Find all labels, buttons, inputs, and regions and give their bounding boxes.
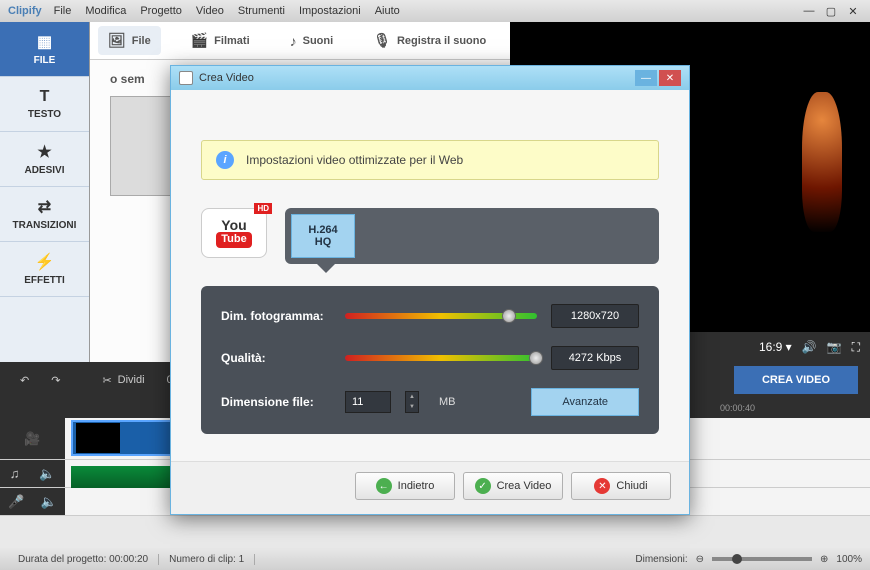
audio-track-icon[interactable]: ♫ <box>10 466 20 481</box>
quality-value: 4272 Kbps <box>551 346 639 370</box>
menu-strumenti[interactable]: Strumenti <box>238 5 285 17</box>
dialog-title: Crea Video <box>199 72 254 84</box>
mic-icon: 🎙 <box>373 32 391 49</box>
image-icon: ▦ <box>37 32 52 52</box>
mute-icon[interactable]: 🔈 <box>41 494 57 510</box>
filesize-input[interactable]: 11 <box>345 391 391 413</box>
info-text: Impostazioni video ottimizzate per il We… <box>246 153 463 167</box>
redo-button[interactable]: ↷ <box>43 370 68 391</box>
quality-slider[interactable] <box>345 355 537 361</box>
time-mark: 00:00:40 <box>720 403 755 413</box>
hd-badge: HD <box>254 203 272 214</box>
app-brand: Clipify <box>8 5 42 17</box>
dialog-minimize-icon[interactable]: — <box>635 70 657 86</box>
close-icon[interactable]: ✕ <box>844 5 862 18</box>
close-button[interactable]: ✕Chiudi <box>571 472 671 500</box>
zoom-out-icon[interactable]: ⊖ <box>696 554 704 565</box>
dialog-icon <box>179 71 193 85</box>
dialog-close-icon[interactable]: ✕ <box>659 70 681 86</box>
menu-modifica[interactable]: Modifica <box>85 5 126 17</box>
video-track-icon[interactable]: 🎥 <box>24 431 40 447</box>
zoom-value: 100% <box>836 554 862 565</box>
undo-button[interactable]: ↶ <box>12 370 37 391</box>
menu-progetto[interactable]: Progetto <box>140 5 182 17</box>
menu-bar: Clipify File Modifica Progetto Video Str… <box>0 0 870 22</box>
framesize-slider[interactable] <box>345 313 537 319</box>
filesize-unit: MB <box>439 396 456 408</box>
quality-label: Qualità: <box>221 351 331 365</box>
sidebar-item-transizioni[interactable]: ⇄TRANSIZIONI <box>0 187 89 242</box>
framesize-label: Dim. fotogramma: <box>221 309 331 323</box>
scissors-icon: ✂ <box>102 374 111 387</box>
snapshot-icon[interactable]: 📷 <box>827 340 842 354</box>
maximize-icon[interactable]: ▢ <box>822 5 840 18</box>
info-banner: i Impostazioni video ottimizzate per il … <box>201 140 659 180</box>
info-icon: i <box>216 151 234 169</box>
transition-icon: ⇄ <box>38 197 51 217</box>
file-icon: 🖼 <box>108 32 126 49</box>
menu-file[interactable]: File <box>54 5 72 17</box>
aspect-selector[interactable]: 16:9 ▾ <box>759 340 792 354</box>
arrow-left-icon: ← <box>376 478 392 494</box>
settings-panel: Dim. fotogramma: 1280x720 Qualità: 4272 … <box>201 286 659 434</box>
tab-file[interactable]: 🖼File <box>98 26 161 55</box>
zoom-in-icon[interactable]: ⊕ <box>820 554 828 565</box>
sidebar-item-testo[interactable]: TTESTO <box>0 77 89 132</box>
status-bar: Durata del progetto: 00:00:20 Numero di … <box>0 548 870 570</box>
content-tabs: 🖼File 🎬Filmati ♪Suoni 🎙Registra il suono <box>90 22 510 60</box>
text-icon: T <box>40 88 50 106</box>
tab-filmati[interactable]: 🎬Filmati <box>181 26 260 55</box>
preview-frame <box>802 92 842 232</box>
filesize-label: Dimensione file: <box>221 395 331 409</box>
tab-registra[interactable]: 🎙Registra il suono <box>363 26 496 55</box>
menu-aiuto[interactable]: Aiuto <box>375 5 400 17</box>
sidebar-item-effetti[interactable]: ⚡EFFETTI <box>0 242 89 297</box>
dialog-titlebar: Crea Video — ✕ <box>171 66 689 90</box>
dialog-footer: ←Indietro ✓Crea Video ✕Chiudi <box>171 461 689 514</box>
framesize-value: 1280x720 <box>551 304 639 328</box>
star-icon: ★ <box>37 142 51 162</box>
video-clip[interactable] <box>71 420 181 456</box>
sidebar-item-adesivi[interactable]: ★ADESIVI <box>0 132 89 187</box>
filesize-stepper[interactable]: ▲▼ <box>405 391 419 413</box>
content-hint: o sem <box>110 72 145 86</box>
create-video-dialog: Crea Video — ✕ i Impostazioni video otti… <box>170 65 690 515</box>
minimize-icon[interactable]: — <box>800 5 818 18</box>
back-button[interactable]: ←Indietro <box>355 472 455 500</box>
divide-button[interactable]: ✂Dividi <box>94 370 152 391</box>
voice-track-icon[interactable]: 🎤 <box>8 494 24 510</box>
menu-video[interactable]: Video <box>196 5 224 17</box>
advanced-button[interactable]: Avanzate <box>531 388 639 416</box>
x-icon: ✕ <box>594 478 610 494</box>
effects-icon: ⚡ <box>35 252 55 272</box>
youtube-preset[interactable]: HD You Tube <box>201 208 267 258</box>
sound-icon: ♪ <box>290 33 297 49</box>
mute-icon[interactable]: 🔈 <box>39 466 55 482</box>
check-icon: ✓ <box>475 478 491 494</box>
zoom-slider[interactable] <box>712 557 812 561</box>
volume-icon[interactable]: 🔊 <box>802 340 817 354</box>
window-controls: — ▢ ✕ <box>800 5 862 18</box>
codec-h264-hq[interactable]: H.264 HQ <box>291 214 355 258</box>
menu-impostazioni[interactable]: Impostazioni <box>299 5 361 17</box>
create-button[interactable]: ✓Crea Video <box>463 472 563 500</box>
sidebar-item-file[interactable]: ▦FILE <box>0 22 89 77</box>
dimensions-label: Dimensioni: <box>635 554 687 565</box>
sidebar: ▦FILE TTESTO ★ADESIVI ⇄TRANSIZIONI ⚡EFFE… <box>0 22 90 362</box>
create-video-button[interactable]: CREA VIDEO <box>734 366 858 394</box>
codec-bar: H.264 HQ <box>285 208 659 264</box>
fullscreen-icon[interactable]: ⛶ <box>852 340 860 355</box>
film-icon: 🎬 <box>191 32 208 49</box>
tab-suoni[interactable]: ♪Suoni <box>280 27 344 55</box>
